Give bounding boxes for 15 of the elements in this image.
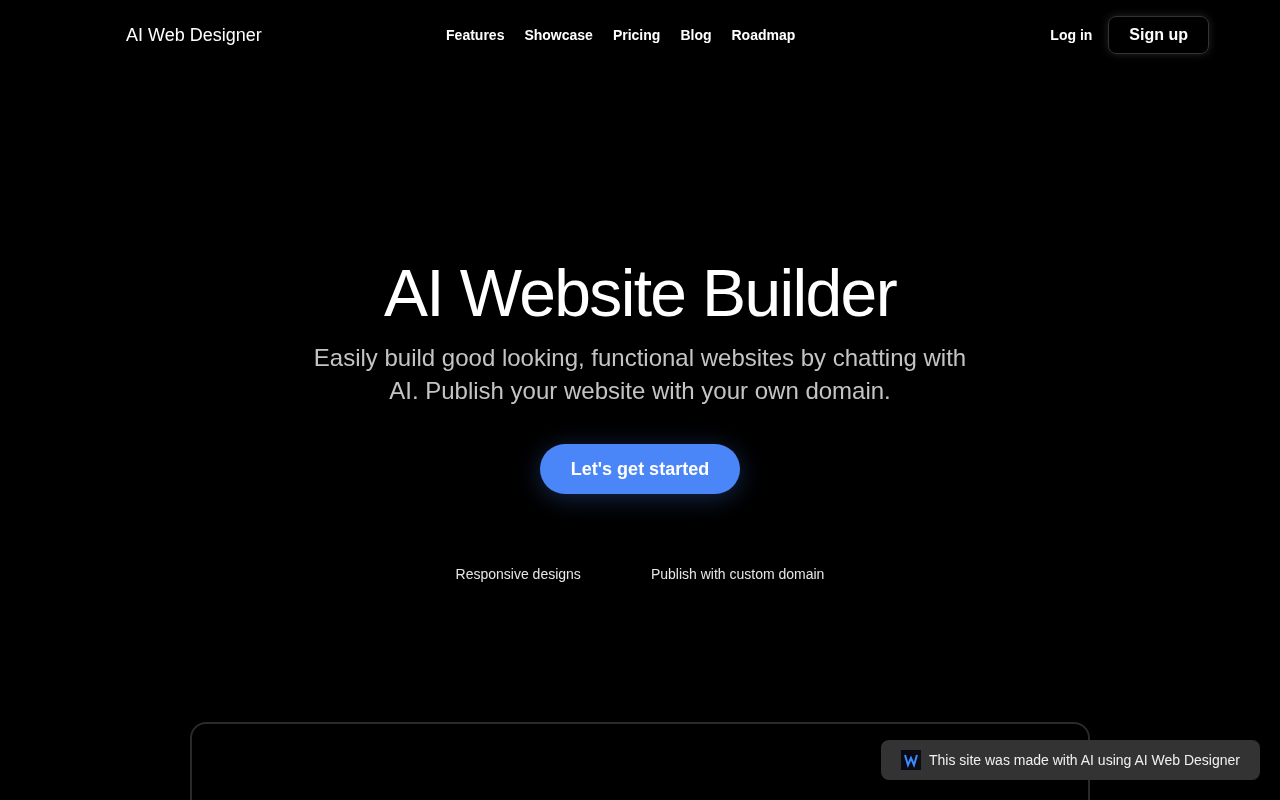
login-link[interactable]: Log in: [1050, 24, 1093, 46]
nav-link[interactable]: Features: [446, 24, 505, 46]
signup-button[interactable]: Sign up: [1108, 16, 1209, 54]
hero-title: AI Website Builder: [384, 255, 896, 331]
hero-subtitle: Easily build good looking, functional websites by chatting with AI. Publish your website with your own domain.: [312, 343, 968, 406]
logo-icon: [901, 750, 921, 770]
nav-link[interactable]: Blog: [680, 24, 712, 46]
nav-link[interactable]: Showcase: [524, 24, 593, 46]
feature-label: Responsive designs: [455, 565, 581, 584]
feature-label: Publish with custom domain: [650, 565, 825, 584]
nav-link[interactable]: Roadmap: [731, 24, 796, 46]
badge-text: This site was made with AI using AI Web Designer: [929, 750, 1240, 770]
site-logo[interactable]: AI Web Designer: [126, 21, 326, 49]
nav-link[interactable]: Pricing: [612, 24, 661, 46]
made-with-badge[interactable]: This site was made with AI using AI Web Designer: [881, 740, 1260, 780]
